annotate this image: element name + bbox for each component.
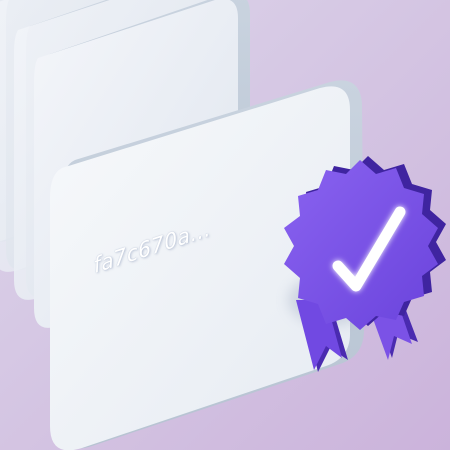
illustration-scene	[0, 0, 450, 450]
